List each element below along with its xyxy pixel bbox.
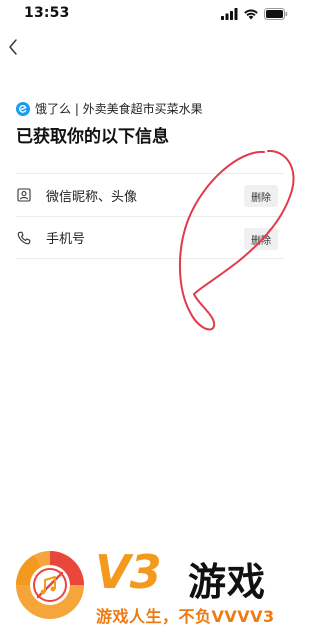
info-label: 微信昵称、头像 [46,189,138,205]
watermark: V3 游戏 游戏人生，不负VVVV3 [0,545,300,633]
screen: 13:53 饿了么 | 外卖美食超市买菜水果 已获取你的以下信息 微信昵称、头像… [0,0,300,633]
delete-button[interactable]: 删除 [244,228,278,250]
phone-icon [16,230,32,246]
page-title: 已获取你的以下信息 [16,127,169,147]
watermark-slogan: 游戏人生，不负VVVV3 [96,607,275,626]
status-icons [221,8,288,20]
info-label: 手机号 [46,232,86,247]
status-bar: 13:53 [0,0,300,28]
wifi-icon [244,9,258,20]
watermark-brand: V3 [95,545,162,599]
music-disc-logo-icon [16,551,84,619]
status-time: 13:53 [24,5,70,21]
watermark-title: 游戏 [188,560,267,604]
back-button[interactable] [2,36,24,58]
info-row-profile: 微信昵称、头像 删除 [16,173,284,216]
app-name: 饿了么 | 外卖美食超市买菜水果 [35,102,203,116]
signal-icon [221,8,238,20]
battery-icon [264,8,288,20]
info-row-phone: 手机号 删除 [16,216,284,259]
info-list: 微信昵称、头像 删除 手机号 删除 [16,173,284,259]
delete-button[interactable]: 删除 [244,185,278,207]
portrait-icon [16,187,32,203]
chevron-left-icon [9,39,17,55]
app-info: 饿了么 | 外卖美食超市买菜水果 [16,100,203,117]
app-logo-icon [16,101,30,116]
